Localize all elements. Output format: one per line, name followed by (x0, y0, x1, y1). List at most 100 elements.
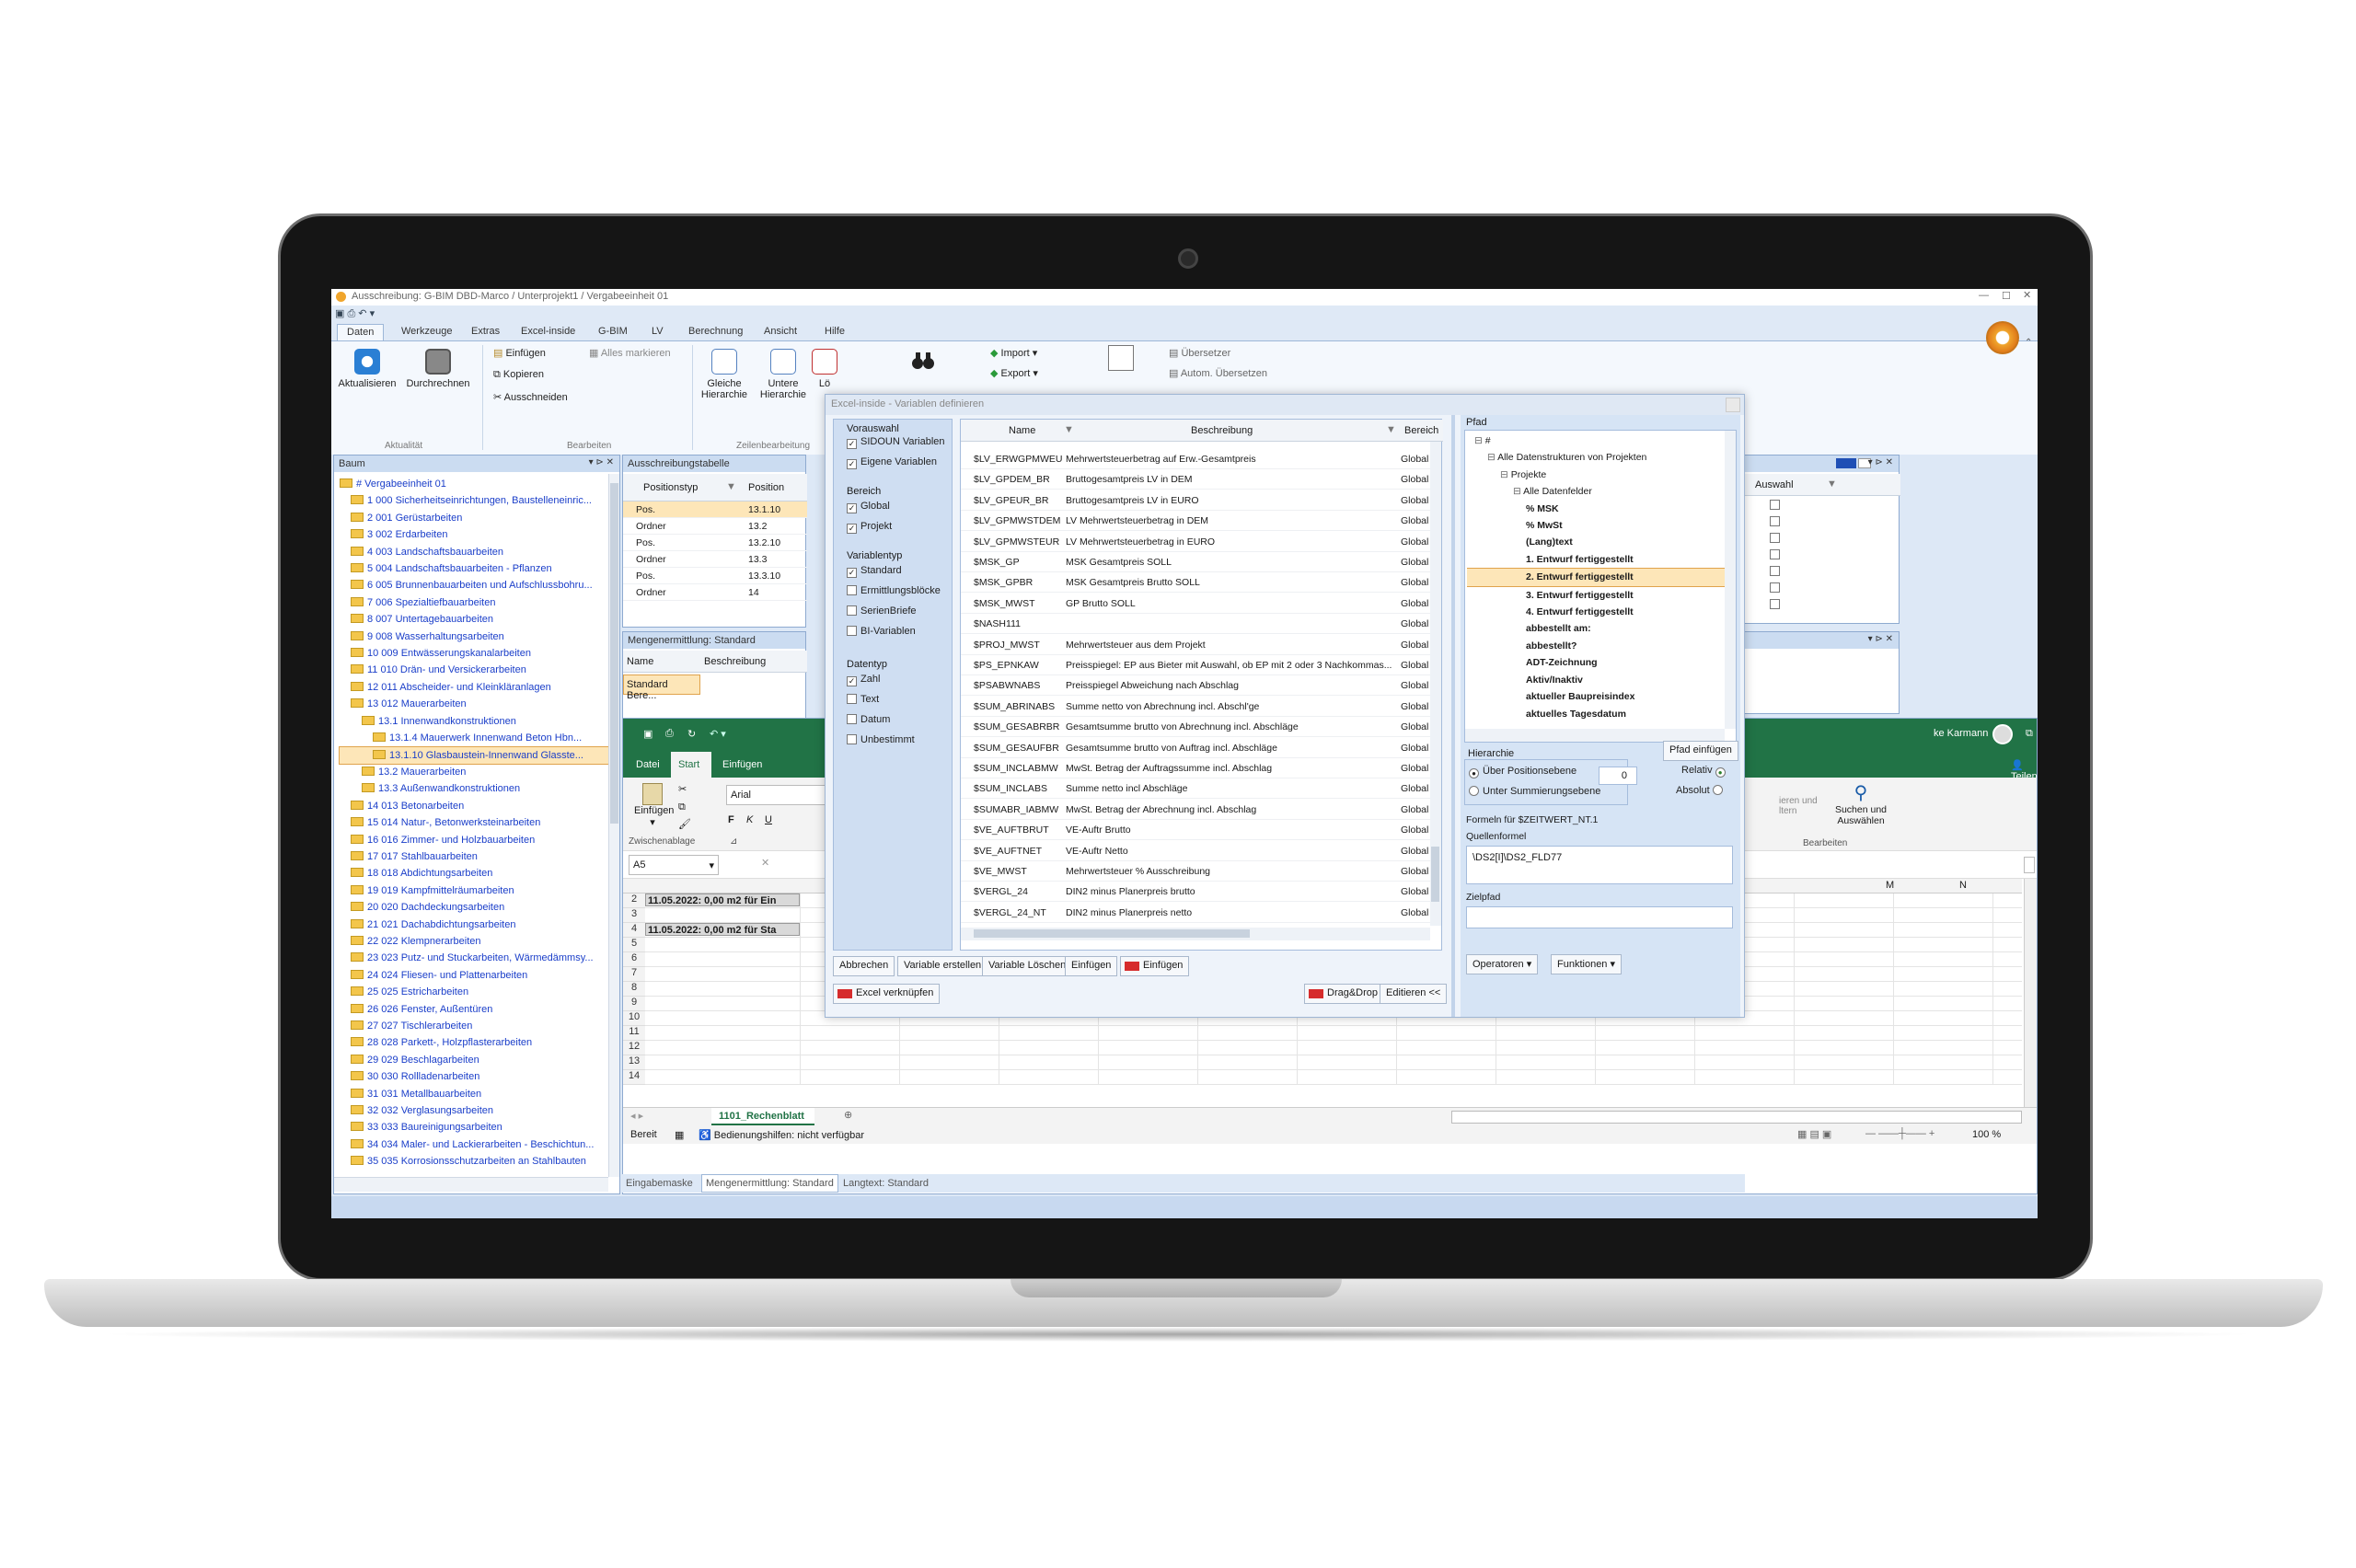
refresh-icon[interactable]: ↻ (687, 728, 696, 740)
search-select-button[interactable]: ⚲ Suchen und Auswählen (1829, 781, 1893, 826)
filter-icon[interactable]: ▼ (726, 481, 736, 492)
tree-item[interactable]: 26 026 Fenster, Außentüren (340, 1001, 608, 1018)
tab-mengenermittlung[interactable]: Mengenermittlung: Standard (701, 1174, 838, 1193)
path-tree-item[interactable]: aktuelles Tagesdatum (1467, 706, 1725, 722)
tree-item[interactable]: 21 021 Dachabdichtungsarbeiten (340, 917, 608, 933)
path-tree-item[interactable]: ⊟ # (1467, 432, 1725, 449)
loeschen-button[interactable]: Lö (812, 349, 837, 389)
auswahl-checkbox[interactable] (1770, 500, 1780, 510)
add-sheet-icon[interactable]: ⊕ (844, 1109, 852, 1121)
import-button[interactable]: ◆ Import ▾ (990, 347, 1037, 359)
path-tree-item[interactable]: abbestellt am: (1467, 620, 1725, 637)
underline-button[interactable]: U (765, 814, 772, 825)
path-tree-item[interactable]: Aktiv/Inaktiv (1467, 672, 1725, 688)
tree-item[interactable]: 23 023 Putz- und Stuckarbeiten, Wärmedäm… (340, 950, 608, 966)
tab-ansicht[interactable]: Ansicht (755, 324, 806, 340)
expand-icon[interactable]: ⊟ (1487, 452, 1497, 463)
col-beschreibung[interactable]: Beschreibung (704, 656, 766, 667)
row-header[interactable]: 4 (623, 923, 645, 938)
tree-hscrollbar[interactable] (334, 1177, 608, 1192)
tree-item[interactable]: 10 009 Entwässerungskanalarbeiten (340, 645, 608, 662)
splitter[interactable] (1451, 415, 1455, 1017)
quick-access-toolbar[interactable]: ▣ ⎙ ↶ ▾ (335, 307, 375, 320)
col-header-m[interactable]: M (1886, 880, 1894, 891)
tree-item[interactable]: 5 004 Landschaftsbauarbeiten - Pflanzen (340, 560, 608, 577)
variable-row[interactable]: $SUM_INCLABMW MwSt. Betrag der Auftragssu… (961, 758, 1430, 778)
tree-item[interactable]: 22 022 Klempnerarbeiten (340, 933, 608, 950)
excel-tab-einfuegen[interactable]: Einfügen (722, 759, 762, 770)
tree-item[interactable]: 13.3 Außenwandkonstruktionen (340, 780, 608, 797)
filter-icon[interactable]: ▼ (1064, 424, 1074, 435)
radio-relativ[interactable]: Relativ ● (1681, 765, 1729, 778)
checkbox-text[interactable]: Text (847, 694, 879, 705)
zielpfad-field[interactable] (1466, 906, 1733, 928)
row-header[interactable]: 9 (623, 997, 645, 1011)
scroll-thumb[interactable] (610, 483, 618, 824)
path-tree-item[interactable]: 3. Entwurf fertiggestellt (1467, 587, 1725, 604)
tree-item[interactable]: 35 035 Korrosionsschutzarbeiten an Stahl… (340, 1153, 608, 1170)
variable-loeschen-button[interactable]: Variable Löschen (982, 956, 1073, 976)
path-tree-item[interactable]: % MwSt (1467, 517, 1725, 534)
variable-row[interactable]: $LV_GPMWSTDEM LV Mehrwertsteuerbetrag in … (961, 511, 1430, 532)
excel-verknuepfen-button[interactable]: Excel verknüpfen (833, 984, 941, 1004)
checkbox-serienbriefe[interactable]: SerienBriefe (847, 605, 917, 617)
name-box[interactable]: A5 ▾ (629, 855, 719, 875)
gleiche-hierarchie-button[interactable]: Gleiche Hierarchie (698, 349, 751, 400)
tab-daten[interactable]: Daten (337, 324, 385, 340)
checkbox-global[interactable]: ✓ Global (847, 501, 890, 513)
tree-item[interactable]: 13.1.4 Mauerwerk Innenwand Beton Hbn... (340, 730, 608, 746)
tree-item[interactable]: 2 001 Gerüstarbeiten (340, 510, 608, 526)
checkbox-zahl[interactable]: ✓ Zahl (847, 674, 880, 686)
collapse-ribbon-icon[interactable]: ⌃ (2025, 338, 2032, 348)
row-header[interactable]: 6 (623, 952, 645, 967)
variable-row[interactable]: $PROJ_MWST Mehrwertsteuer aus dem Projekt… (961, 635, 1430, 655)
auswahl-checkbox[interactable] (1770, 516, 1780, 526)
tree-item[interactable]: 34 034 Maler- und Lackierarbeiten - Besc… (340, 1136, 608, 1153)
operatoren-button[interactable]: Operatoren ▾ (1466, 954, 1539, 974)
variable-row[interactable]: $LV_GPDEM_BR Bruttogesamtpreis LV in DEM G… (961, 469, 1430, 490)
expand-icon[interactable]: ⊟ (1500, 469, 1511, 480)
path-tree-item[interactable]: aktueller Baupreisindex (1467, 688, 1725, 705)
variable-row[interactable]: $VE_AUFTNET VE-Auftr Netto Global ( (961, 841, 1430, 861)
scroll-thumb[interactable] (974, 929, 1250, 938)
variable-row[interactable]: $LV_GPMWSTEUR LV Mehrwertsteuerbetrag in … (961, 532, 1430, 552)
paste-button[interactable]: Einfügen ▾ (634, 783, 674, 828)
tab-langtext[interactable]: Langtext: Standard (843, 1178, 929, 1189)
path-tree-item[interactable]: ⊟ Alle Datenfelder (1467, 483, 1725, 500)
auswahl-checkbox[interactable] (1770, 582, 1780, 593)
tree-item[interactable]: 29 029 Beschlagarbeiten (340, 1052, 608, 1068)
variable-row[interactable]: $LV_GPEUR_BR Bruttogesamtpreis LV in EURO… (961, 490, 1430, 511)
close-icon[interactable]: ✕ (2023, 289, 2031, 301)
row-header[interactable]: 5 (623, 938, 645, 952)
table-row[interactable]: Pos. 13.3.10 (623, 568, 807, 584)
durchrechnen-button[interactable]: Durchrechnen (403, 349, 473, 389)
radio-unter-summierungsebene[interactable]: Unter Summierungsebene (1469, 786, 1600, 797)
expand-icon[interactable]: ⊟ (1474, 435, 1485, 446)
panel-controls-icon[interactable]: ▾ ⊳ ✕ (1868, 457, 1893, 467)
sort-filter-button[interactable]: ieren und ltern (1779, 796, 1825, 816)
funktionen-button[interactable]: Funktionen ▾ (1551, 954, 1623, 974)
path-tree-item[interactable]: abbestellt? (1467, 638, 1725, 654)
table-row[interactable]: Pos. 13.2.10 (623, 535, 807, 551)
tab-lv[interactable]: LV (642, 324, 673, 340)
undo-icon[interactable]: ↶ ▾ (710, 728, 726, 740)
tree-item[interactable]: 4 003 Landschaftsbauarbeiten (340, 544, 608, 560)
row-header[interactable]: 3 (623, 908, 645, 923)
row-header[interactable]: 11 (623, 1026, 645, 1041)
einfuegen-excel-button[interactable]: Einfügen (1120, 956, 1190, 976)
path-vscrollbar[interactable] (1725, 431, 1736, 729)
row-header[interactable]: 12 (623, 1041, 645, 1055)
tree-item[interactable]: 8 007 Untertagebauarbeiten (340, 611, 608, 628)
path-tree-item[interactable]: 2. Entwurf fertiggestellt (1467, 568, 1725, 587)
bold-button[interactable]: F (728, 814, 734, 825)
row-header[interactable]: 2 (623, 894, 645, 908)
tree-item[interactable]: # Vergabeeinheit 01 (340, 476, 608, 492)
checkbox-ermittlungsbloecke[interactable]: Ermittlungsblöcke (847, 585, 941, 596)
tree-item[interactable]: 11 010 Drän- und Versickerarbeiten (340, 662, 608, 678)
tree-item[interactable]: 6 005 Brunnenbauarbeiten und Aufschlussb… (340, 577, 608, 594)
row-header[interactable]: 10 (623, 1011, 645, 1026)
row-header[interactable]: 13 (623, 1055, 645, 1070)
path-hscrollbar[interactable] (1465, 729, 1725, 742)
cut-icon[interactable]: ✂ (678, 783, 687, 795)
app-badge-icon[interactable] (1986, 321, 2019, 354)
